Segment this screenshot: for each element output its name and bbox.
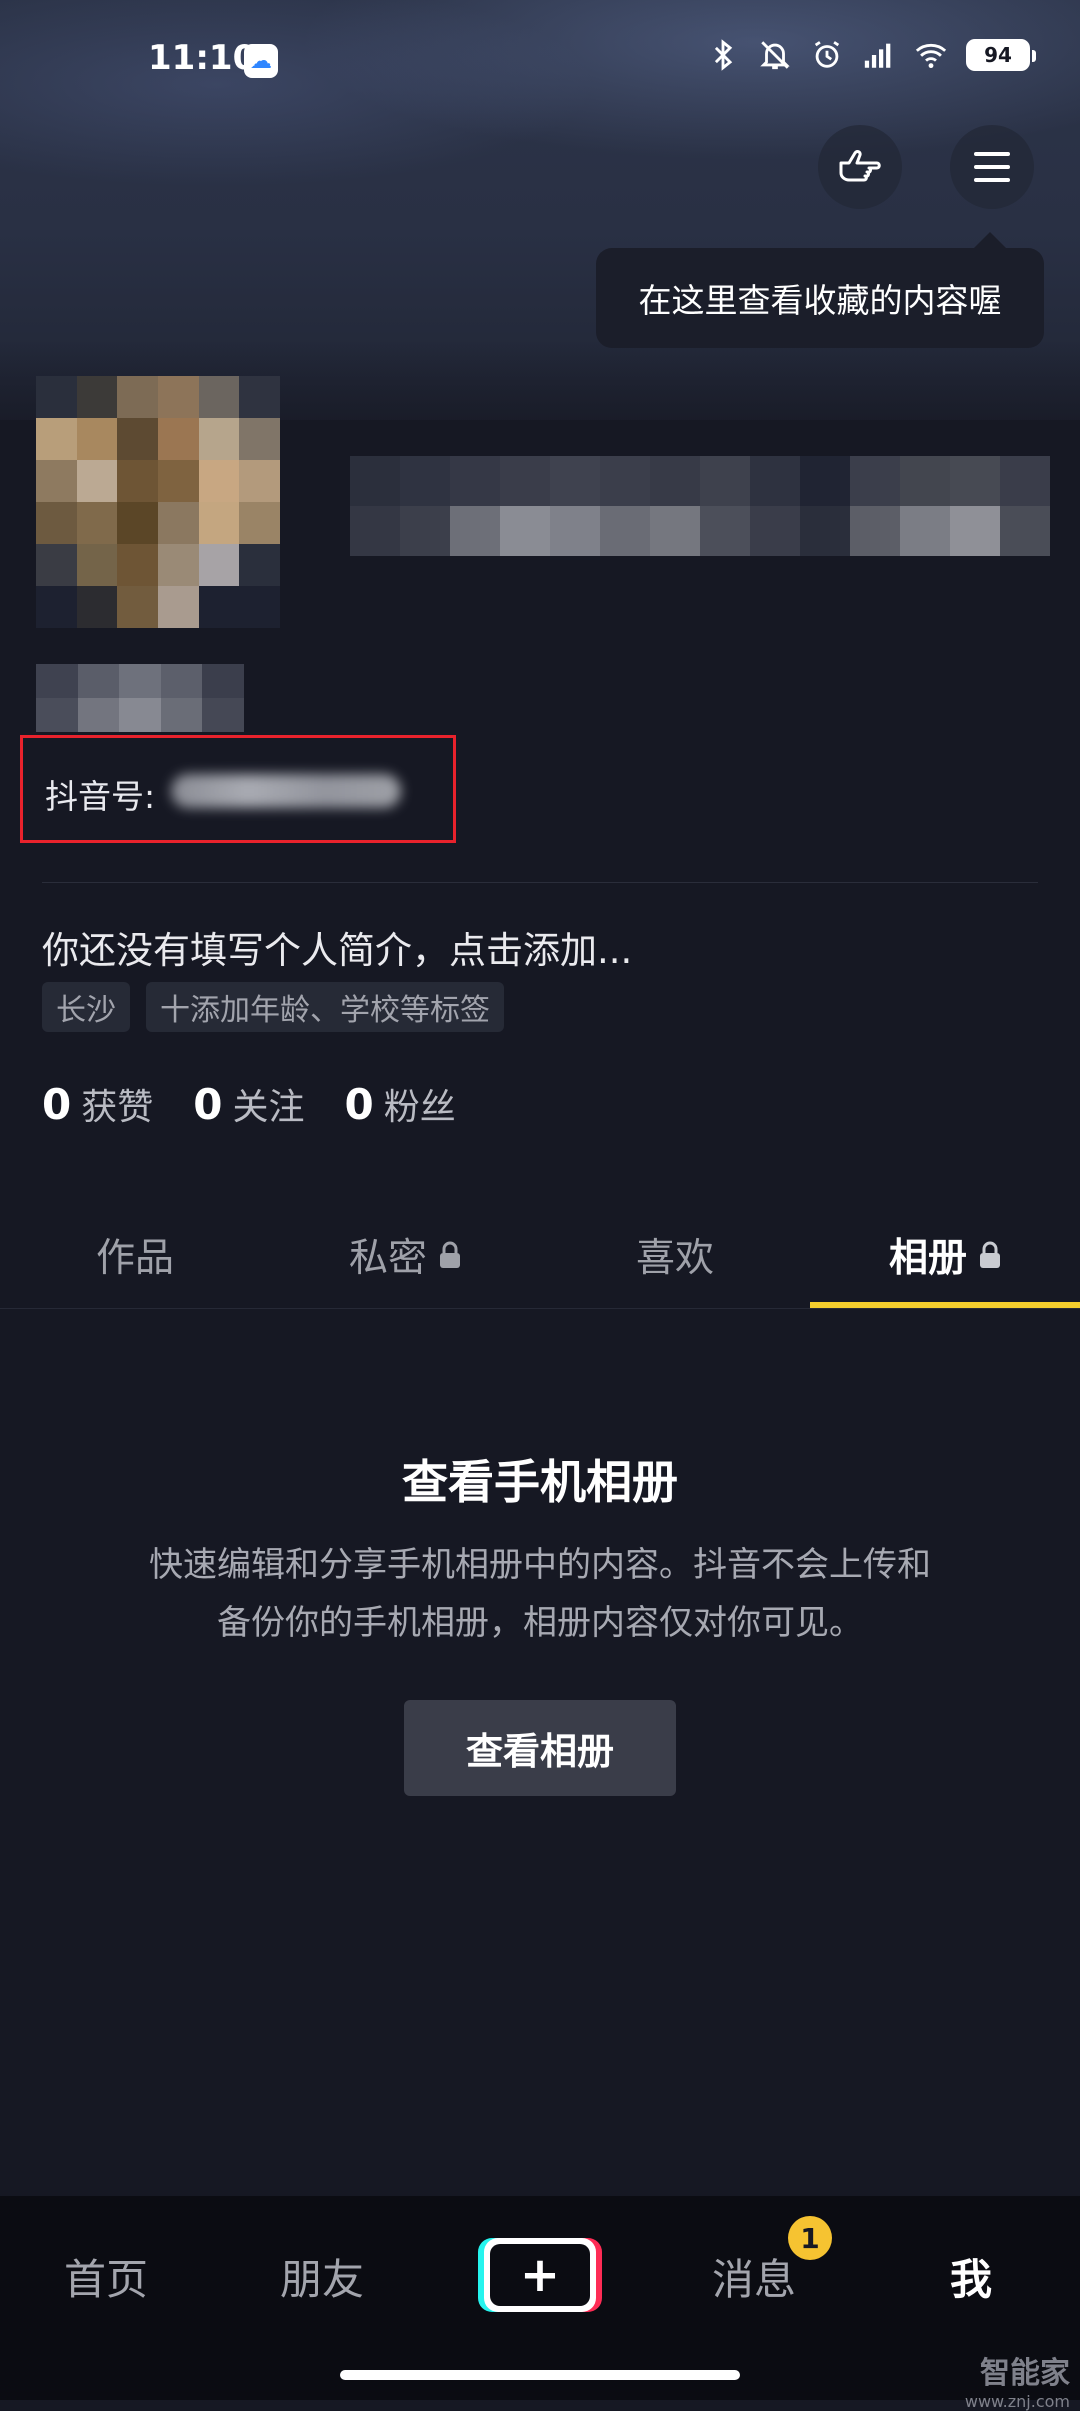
view-album-button[interactable]: 查看相册 <box>404 1700 676 1796</box>
bluetooth-icon <box>714 39 733 71</box>
create-button-face: + <box>484 2238 596 2312</box>
mute-bell-icon <box>760 41 790 70</box>
menu-icon <box>974 152 1010 182</box>
bottom-nav: 首页 朋友 + 消息 1 我 智能家 www.znj.com <box>0 2196 1080 2411</box>
menu-button[interactable] <box>950 125 1034 209</box>
lock-icon <box>980 1241 1000 1268</box>
battery-level: 94 <box>984 43 1012 67</box>
divider <box>42 882 1038 883</box>
lock-icon <box>440 1241 460 1268</box>
douyin-id-censored <box>171 774 401 808</box>
hand-pointer-button[interactable] <box>818 125 902 209</box>
tab-label: 喜欢 <box>635 1236 714 1281</box>
tab-label: 私密 <box>348 1236 427 1281</box>
stat-label: 获赞 <box>81 1087 154 1128</box>
bio-prompt[interactable]: 你还没有填写个人简介，点击添加... <box>42 920 632 974</box>
status-time: 11:10 <box>148 38 257 78</box>
hand-pointer-icon <box>839 150 881 182</box>
album-desc-line1: 快速编辑和分享手机相册中的内容。抖音不会上传和 <box>149 1545 931 1585</box>
stat-followers[interactable]: 0 粉丝 <box>345 1078 456 1130</box>
stat-label: 粉丝 <box>383 1087 456 1128</box>
stat-likes[interactable]: 0 获赞 <box>42 1078 153 1130</box>
watermark-logo: 智能家 www.znj.com <box>965 2348 1070 2411</box>
tab-album[interactable]: 相册 <box>810 1200 1080 1310</box>
nav-home[interactable]: 首页 <box>64 2246 148 2307</box>
stat-number: 0 <box>42 1080 72 1129</box>
secondary-name-censored <box>36 664 244 732</box>
nickname-censored <box>350 456 1050 556</box>
battery-icon: 94 <box>966 39 1036 71</box>
stat-number: 0 <box>344 1080 374 1129</box>
douyin-id-highlight: 抖音号: <box>20 735 456 843</box>
location-tag[interactable]: 长沙 <box>42 982 130 1032</box>
signal-icon <box>864 43 891 68</box>
stat-number: 0 <box>193 1080 223 1129</box>
tab-label: 相册 <box>888 1236 967 1281</box>
avatar[interactable] <box>36 376 280 628</box>
create-button[interactable]: + <box>478 2238 602 2312</box>
album-desc-line2: 备份你的手机相册，相册内容仅对你可见。 <box>217 1603 863 1643</box>
nav-messages[interactable]: 消息 <box>712 2246 796 2307</box>
album-description: 快速编辑和分享手机相册中的内容。抖音不会上传和 备份你的手机相册，相册内容仅对你… <box>70 1536 1010 1652</box>
douyin-id-label: 抖音号: <box>45 777 156 816</box>
add-tags-button[interactable]: 十添加年龄、学校等标签 <box>146 982 504 1032</box>
watermark-sub: www.znj.com <box>964 2392 1070 2411</box>
stat-label: 关注 <box>232 1087 305 1128</box>
watermark-main: 智能家 <box>980 2356 1070 2391</box>
nav-me[interactable]: 我 <box>950 2246 992 2307</box>
album-title: 查看手机相册 <box>402 1455 678 1509</box>
messages-badge: 1 <box>788 2216 832 2260</box>
stat-following[interactable]: 0 关注 <box>193 1078 304 1130</box>
stats-row: 0 获赞 0 关注 0 粉丝 <box>42 1078 496 1130</box>
tabs-divider <box>0 1308 1080 1309</box>
tab-likes[interactable]: 喜欢 <box>540 1200 810 1310</box>
tab-label: 作品 <box>95 1236 174 1281</box>
tab-works[interactable]: 作品 <box>0 1200 270 1310</box>
nav-friends[interactable]: 朋友 <box>280 2246 364 2307</box>
tab-private[interactable]: 私密 <box>270 1200 540 1310</box>
wifi-icon <box>915 43 947 69</box>
status-icons: 94 <box>706 38 1036 72</box>
status-bar: 11:10 ☁ 94 <box>0 0 1080 120</box>
home-indicator[interactable] <box>340 2370 740 2380</box>
app-cloud-icon: ☁ <box>244 44 278 78</box>
favorites-tooltip[interactable]: 在这里查看收藏的内容喔 <box>596 232 1044 348</box>
alarm-icon <box>814 41 840 68</box>
plus-icon: + <box>490 2244 590 2306</box>
profile-tabs: 作品 私密 喜欢 相册 <box>0 1200 1080 1310</box>
